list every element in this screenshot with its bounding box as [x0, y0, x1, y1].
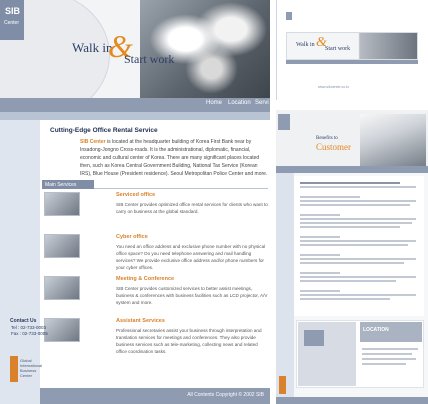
text-line: [300, 298, 390, 300]
service-name[interactable]: Serviced office: [116, 192, 155, 198]
intro-text: SIB Center is located at the headquarter…: [80, 138, 268, 178]
text-line: [300, 290, 340, 292]
map-building-block: [304, 330, 324, 346]
nav-services[interactable]: Servi: [255, 100, 269, 106]
text-line: [300, 222, 412, 224]
sub-page-building-image: [360, 114, 426, 166]
text-line: [362, 353, 412, 355]
main-site-mockup: SIB Center Walk in & Start work Home Loc…: [0, 0, 270, 404]
contact-us-label[interactable]: Contact Us: [10, 318, 36, 324]
benefits-heading: Benefits to: [316, 136, 338, 141]
service-name[interactable]: Assistant Services: [116, 318, 165, 324]
main-services-header: Main Services: [42, 180, 94, 189]
thumb-hero-start-work: Start work: [325, 46, 351, 52]
text-line: [300, 254, 340, 256]
site-header: SIB Center Walk in & Start work: [0, 0, 270, 98]
text-line: [300, 226, 400, 228]
hero-start-work: Start work: [124, 52, 175, 66]
text-line: [300, 186, 416, 188]
text-line: [300, 258, 416, 260]
text-line: [300, 272, 340, 274]
page-title: Cutting-Edge Office Rental Service: [50, 127, 158, 134]
thumb-home-caption: www.sibcenter.co.kr: [318, 85, 349, 89]
logo-line1: SIB: [5, 6, 21, 16]
sub-page-bottom-logo: [279, 376, 286, 394]
service-desc: SIB Center provides optimized office ren…: [116, 202, 268, 214]
text-line: [300, 200, 416, 202]
services-divider: [94, 188, 268, 189]
text-line: [362, 363, 406, 365]
text-line: [300, 294, 416, 296]
hero-walk-in: Walk in: [72, 40, 113, 55]
text-line: [300, 280, 396, 282]
serviced-office-photo: [44, 192, 80, 216]
text-line: [300, 276, 416, 278]
logo-line2: Center: [4, 20, 20, 26]
contact-fax: Fax : 02-733-0005: [11, 331, 48, 336]
location-title: LOCATION: [363, 327, 389, 333]
meeting-photo: [44, 276, 80, 300]
intro-highlight: SIB Center: [80, 139, 106, 145]
bottom-logo-mark: [10, 356, 18, 382]
thumb-home-logo: [286, 12, 292, 20]
bottom-logo-text: Global International Business Center: [20, 358, 43, 378]
service-desc: SIB Center provides customized services …: [116, 286, 268, 305]
sub-page-footer: [276, 397, 428, 404]
text-line: [300, 182, 400, 184]
sub-page-nav: [276, 166, 428, 173]
sub-page-logo: [278, 114, 290, 130]
service-name[interactable]: Cyber office: [116, 234, 148, 240]
sub-page-sidebar: [276, 173, 294, 397]
assistant-photo: [44, 318, 80, 342]
text-line: [300, 214, 340, 216]
site-logo[interactable]: SIB Center: [0, 0, 24, 40]
thumb-hero-walk-in: Walk in: [296, 42, 315, 48]
text-line: [362, 358, 416, 360]
text-line: [300, 218, 416, 220]
text-line: [362, 348, 418, 350]
site-footer: All Contents Copyright © 2002 SIB: [40, 388, 270, 404]
intro-body: is located at the headquarter building o…: [80, 139, 268, 177]
copyright-text: All Contents Copyright © 2002 SIB: [187, 392, 264, 398]
sub-nav-bar: [0, 112, 270, 120]
header-cloud-image: [140, 0, 270, 98]
text-line: [300, 196, 360, 198]
nav-location[interactable]: Location: [228, 100, 251, 106]
main-nav: Home Location Servi: [0, 98, 270, 112]
service-desc: Professional secretaries assist your bus…: [116, 328, 262, 354]
service-name[interactable]: Meeting & Conference: [116, 276, 174, 282]
thumb-home-bar: [286, 60, 418, 64]
text-line: [300, 262, 404, 264]
text-line: [300, 236, 340, 238]
cyber-office-photo: [44, 234, 80, 258]
text-line: [300, 240, 416, 242]
nav-home[interactable]: Home: [206, 100, 222, 106]
customer-heading: Customer: [316, 142, 351, 152]
text-line: [300, 244, 408, 246]
contact-tel: Tel : 02-733-0003: [11, 325, 47, 330]
service-desc: You need an office address and exclusive…: [116, 244, 266, 270]
text-line: [300, 204, 410, 206]
